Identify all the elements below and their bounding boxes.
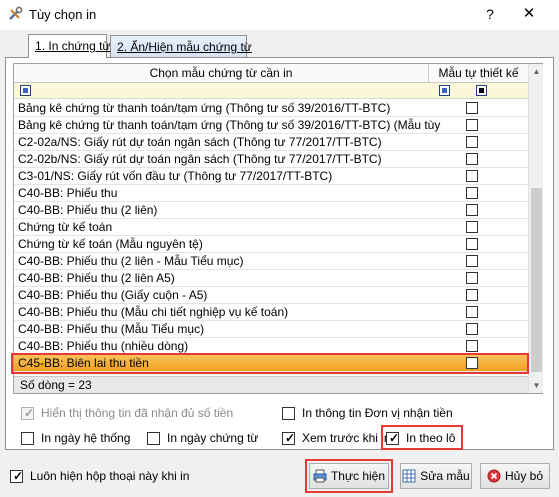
cancel-button[interactable]: Hủy bỏ [480,463,550,489]
table-row[interactable]: C40-BB: Phiếu thu (Mẫu chi tiết nghiệp v… [14,304,528,321]
help-button[interactable]: ? [478,4,502,24]
custom-template-checkbox[interactable] [466,238,478,250]
row-label: C40-BB: Phiếu thu (2 liên) [18,203,158,217]
row-label: C40-BB: Phiếu thu (Mẫu chi tiết nghiệp v… [18,305,289,319]
table-row[interactable]: C40-BB: Phiếu thu [14,185,528,202]
checkbox[interactable] [147,432,160,445]
custom-template-checkbox[interactable] [466,102,478,114]
print-batch-highlight [381,425,463,450]
filter-icon[interactable] [476,85,487,96]
custom-template-checkbox[interactable] [466,340,478,352]
selected-row-highlight [11,353,529,374]
row-label: Bảng kê chứng từ thanh toán/tạm ứng (Thô… [18,101,391,115]
grid-header: Chọn mẫu chứng từ cần in Mẫu tự thiết kế [14,64,528,83]
table-row[interactable]: C40-BB: Phiếu thu (Giấy cuộn - A5) [14,287,528,304]
custom-template-checkbox[interactable] [466,255,478,267]
table-row[interactable]: C3-01/NS: Giấy rút vốn đầu tư (Thông tư … [14,168,528,185]
table-row[interactable]: C2-02a/NS: Giấy rút dự toán ngân sách (T… [14,134,528,151]
filter-row [14,83,528,99]
tab-show-hide-templates[interactable]: 2. Ẩn/Hiện mẫu chứng từ [110,35,252,57]
checkbox[interactable]: ✓ [282,431,296,445]
table-row[interactable]: C40-BB: Phiếu thu (2 liên A5) [14,270,528,287]
table-row[interactable]: Bảng kê chứng từ thanh toán/tạm ứng (Thô… [14,117,528,134]
checkbox[interactable] [282,407,295,420]
table-row[interactable]: C40-BB: Phiếu thu (2 liên) [14,202,528,219]
row-label: Chứng từ kế toán [18,220,113,234]
tab-label: . Ẩn/Hiện mẫu chứng từ [123,40,252,54]
filter-icon[interactable] [439,85,450,96]
custom-template-checkbox[interactable] [466,289,478,301]
scroll-up-icon[interactable]: ▲ [529,64,544,79]
check-icon: ✓ [285,431,296,445]
checkbox[interactable] [21,432,34,445]
scroll-thumb[interactable] [531,188,542,372]
tab-number: 2 [117,40,124,54]
table-row[interactable]: Chứng từ kế toán (Mẫu nguyên tệ) [14,236,528,253]
row-label: C3-01/NS: Giấy rút vốn đầu tư (Thông tư … [18,169,333,183]
custom-template-checkbox[interactable] [466,170,478,182]
checkbox[interactable]: ✓ [10,469,24,483]
option-label: Xem trước khi in [302,431,391,445]
column-header-template[interactable]: Chọn mẫu chứng từ cần in [14,64,429,83]
execute-highlight [305,459,393,493]
custom-template-checkbox[interactable] [466,272,478,284]
row-label: C40-BB: Phiếu thu (2 liên - Mẫu Tiểu mục… [18,254,244,268]
vertical-scrollbar[interactable]: ▲ ▼ [528,64,543,393]
check-icon: ✓ [13,469,24,483]
row-label: C2-02a/NS: Giấy rút dự toán ngân sách (T… [18,135,382,149]
custom-template-checkbox[interactable] [466,119,478,131]
option-label: In thông tin Đơn vị nhận tiền [302,406,453,420]
window-title: Tùy chọn in [29,7,97,22]
button-label: Hủy bỏ [504,469,544,483]
row-label: Bảng kê chứng từ thanh toán/tạm ứng (Thô… [18,118,441,132]
tools-icon [9,6,23,20]
tab-number: 1 [35,39,42,53]
option-label: Hiển thị thông tin đã nhận đủ số tiền [41,406,234,420]
edit-template-button[interactable]: Sửa mẫu [400,463,472,489]
table-row[interactable]: C2-02b/NS: Giấy rút dự toán ngân sách (T… [14,151,528,168]
row-label: C40-BB: Phiếu thu [18,186,118,200]
custom-template-checkbox[interactable] [466,153,478,165]
table-row[interactable]: C40-BB: Phiếu thu (2 liên - Mẫu Tiểu mục… [14,253,528,270]
checkbox[interactable]: ✓ [21,406,35,420]
custom-template-checkbox[interactable] [466,204,478,216]
cancel-icon [487,469,501,483]
row-label: C40-BB: Phiếu thu (2 liên A5) [18,271,175,285]
option-label: Luôn hiện hộp thoại này khi in [30,469,190,483]
table-row[interactable]: Chứng từ kế toán [14,219,528,236]
custom-template-checkbox[interactable] [466,323,478,335]
scroll-down-icon[interactable]: ▼ [529,378,544,393]
table-row[interactable]: C40-BB: Phiếu thu (Mẫu Tiểu mục) [14,321,528,338]
row-label: C40-BB: Phiếu thu (nhiều dòng) [18,339,189,353]
tab-label: . In chứng từ [41,39,111,53]
row-label: C40-BB: Phiếu thu (Giấy cuộn - A5) [18,288,208,302]
custom-template-checkbox[interactable] [466,136,478,148]
check-icon: ✓ [24,406,35,420]
row-label: Chứng từ kế toán (Mẫu nguyên tệ) [18,237,203,251]
column-header-custom[interactable]: Mẫu tự thiết kế [429,64,528,83]
option-label: In ngày hệ thống [41,431,131,445]
row-count: Số dòng = 23 [14,376,528,393]
custom-template-checkbox[interactable] [466,187,478,199]
row-label: C2-02b/NS: Giấy rút dự toán ngân sách (T… [18,152,382,166]
custom-template-checkbox[interactable] [466,306,478,318]
filter-icon[interactable] [20,85,31,96]
grid-edit-icon [402,469,416,483]
option-label: In ngày chứng từ [167,431,259,445]
template-grid[interactable]: Chọn mẫu chứng từ cần in Mẫu tự thiết kế… [13,63,543,394]
grid-rows: Bảng kê chứng từ thanh toán/tạm ứng (Thô… [14,100,528,372]
close-button[interactable]: ✕ [514,4,544,24]
table-row[interactable]: Bảng kê chứng từ thanh toán/tạm ứng (Thô… [14,100,528,117]
tab-print-documents[interactable]: 1. In chứng từ [28,34,110,58]
row-label: C40-BB: Phiếu thu (Mẫu Tiểu mục) [18,322,205,336]
custom-template-checkbox[interactable] [466,221,478,233]
button-label: Sửa mẫu [420,469,470,483]
title-bar: Tùy chọn in ? ✕ [0,0,559,30]
